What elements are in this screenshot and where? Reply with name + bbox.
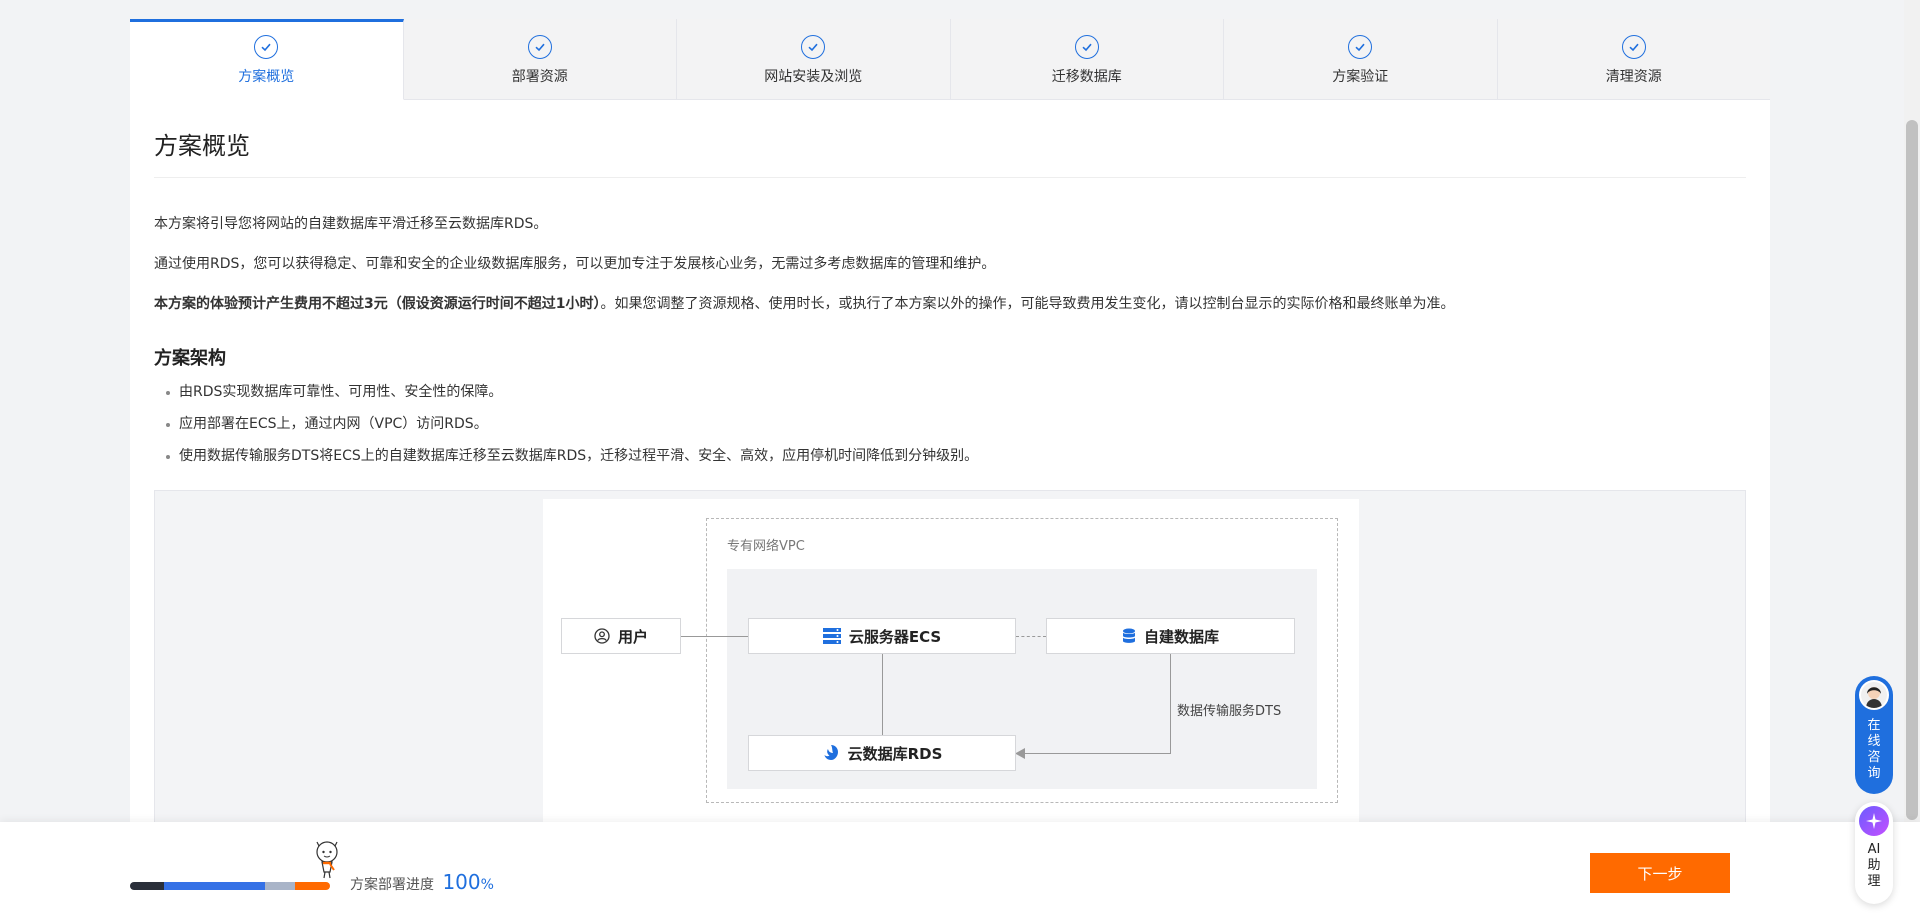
architecture-diagram: 专有网络VPC 用户 云服务器ECS 自建数据库 云数据库RDS 数据传输服务D… <box>543 499 1359 839</box>
check-circle-icon <box>801 35 826 59</box>
dts-label: 数据传输服务DTS <box>1177 704 1282 719</box>
online-consult-button[interactable]: 在线咨询 <box>1855 676 1893 794</box>
check-circle-icon <box>527 35 552 59</box>
list-item: 应用部署在ECS上，通过内网（VPC）访问RDS。 <box>154 414 1746 434</box>
deploy-progress-bar <box>130 882 330 890</box>
progress-value: 100 <box>442 870 481 894</box>
progress-segment-dark <box>130 882 164 890</box>
step-label: 网站安装及浏览 <box>764 69 863 85</box>
step-overview[interactable]: 方案概览 <box>130 19 404 100</box>
cost-paragraph: 本方案的体验预计产生费用不超过3元（假设资源运行时间不超过1小时）。如果您调整了… <box>154 294 1746 314</box>
check-circle-icon <box>1621 35 1646 59</box>
progress-segment-blue <box>164 882 265 890</box>
step-label: 迁移数据库 <box>1051 69 1122 85</box>
mascot-icon <box>316 841 338 879</box>
rds-icon <box>822 744 840 762</box>
vpc-label: 专有网络VPC <box>727 539 805 554</box>
step-cleanup[interactable]: 清理资源 <box>1498 19 1771 99</box>
steps-tabs: 方案概览 部署资源 网站安装及浏览 迁移数据库 方案验证 清理资源 <box>130 19 1770 100</box>
node-ecs-label: 云服务器ECS <box>848 627 942 646</box>
connector-user-ecs <box>681 636 748 637</box>
bottom-bar: 方案部署进度 100% 下一步 <box>0 822 1920 922</box>
cost-bold: 本方案的体验预计产生费用不超过3元（假设资源运行时间不超过1小时） <box>154 296 601 312</box>
node-db-label: 自建数据库 <box>1143 627 1219 646</box>
architecture-diagram-container: 专有网络VPC 用户 云服务器ECS 自建数据库 云数据库RDS 数据传输服务D… <box>154 490 1746 839</box>
step-verify[interactable]: 方案验证 <box>1224 19 1498 99</box>
check-circle-icon <box>254 35 279 59</box>
arrow-head-icon <box>1015 748 1025 759</box>
progress-unit: % <box>480 877 494 893</box>
divider <box>154 177 1746 178</box>
connector-ecs-rds <box>882 654 883 735</box>
section-title-architecture: 方案架构 <box>154 348 226 369</box>
page-title: 方案概览 <box>154 132 250 160</box>
step-site-install[interactable]: 网站安装及浏览 <box>677 19 951 99</box>
server-icon <box>822 628 841 644</box>
node-self-built-db: 自建数据库 <box>1046 618 1295 654</box>
scrollbar-thumb[interactable] <box>1906 120 1918 820</box>
list-item: 使用数据传输服务DTS将ECS上的自建数据库迁移至云数据库RDS，迁移过程平滑、… <box>154 446 1746 466</box>
content: 方案概览 本方案将引导您将网站的自建数据库平滑迁移至云数据库RDS。 通过使用R… <box>130 126 1770 466</box>
connector-ecs-db <box>1016 636 1046 637</box>
progress-text: 方案部署进度 100% <box>350 870 494 894</box>
online-consult-label: 在线咨询 <box>1867 718 1881 781</box>
user-icon <box>594 628 610 644</box>
step-deploy-resources[interactable]: 部署资源 <box>404 19 677 99</box>
intro-paragraph-rds: 通过使用RDS，您可以获得稳定、可靠和安全的企业级数据库服务，可以更加专注于发展… <box>154 256 996 272</box>
database-icon <box>1122 628 1136 644</box>
connector-dts-arrow <box>1023 753 1171 754</box>
ai-assistant-button[interactable]: AI助理 <box>1855 802 1893 904</box>
progress-segment-orange <box>295 882 330 890</box>
node-ecs: 云服务器ECS <box>748 618 1016 654</box>
architecture-list: 由RDS实现数据库可靠性、可用性、安全性的保障。 应用部署在ECS上，通过内网（… <box>154 382 1746 466</box>
step-migrate-db[interactable]: 迁移数据库 <box>951 19 1224 99</box>
step-label: 部署资源 <box>511 69 568 85</box>
progress-segment-gray <box>265 882 295 890</box>
next-step-button[interactable]: 下一步 <box>1590 853 1730 893</box>
check-circle-icon <box>1348 35 1373 59</box>
node-rds-label: 云数据库RDS <box>847 744 943 763</box>
node-user-label: 用户 <box>617 627 648 646</box>
node-rds: 云数据库RDS <box>748 735 1016 771</box>
step-label: 清理资源 <box>1605 69 1662 85</box>
intro-paragraph: 本方案将引导您将网站的自建数据库平滑迁移至云数据库RDS。 <box>154 216 548 232</box>
step-label: 方案概览 <box>238 69 295 85</box>
cost-note: 。如果您调整了资源规格、使用时长，或执行了本方案以外的操作，可能导致费用发生变化… <box>600 296 1455 312</box>
connector-db-down <box>1170 654 1171 753</box>
ai-assistant-label: AI助理 <box>1867 842 1881 889</box>
scrollbar[interactable] <box>1904 0 1920 922</box>
check-circle-icon <box>1074 35 1099 59</box>
avatar <box>1859 680 1889 710</box>
list-item: 由RDS实现数据库可靠性、可用性、安全性的保障。 <box>154 382 1746 402</box>
progress-label: 方案部署进度 <box>350 877 434 893</box>
sparkle-icon <box>1859 806 1889 836</box>
step-label: 方案验证 <box>1332 69 1389 85</box>
main-card: 方案概览 部署资源 网站安装及浏览 迁移数据库 方案验证 清理资源 方案概览 本… <box>130 19 1770 922</box>
node-user: 用户 <box>561 618 681 654</box>
